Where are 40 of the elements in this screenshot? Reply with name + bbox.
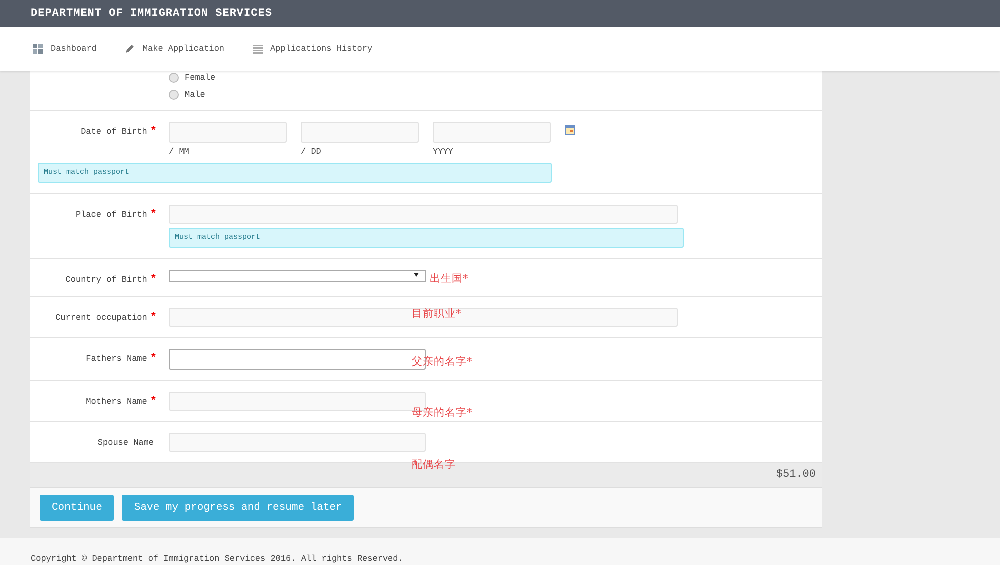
field-label: Mothers Name [86, 397, 148, 407]
date-input[interactable] [169, 122, 287, 143]
field-label: Spouse Name [98, 438, 154, 448]
required-asterisk: * [150, 209, 157, 221]
radio-option[interactable]: Male [169, 90, 216, 100]
nav-link[interactable]: Dashboard [51, 44, 97, 54]
calendar-icon[interactable] [565, 125, 575, 135]
field-label: Fathers Name [86, 354, 148, 364]
date-part-label: / MM [169, 147, 190, 157]
required-asterisk: * [150, 312, 157, 324]
date-input[interactable] [301, 122, 419, 143]
date-part-label: / DD [301, 147, 322, 157]
field-label: Place of Birth [76, 210, 148, 220]
pencil-icon [124, 44, 135, 54]
radio-option[interactable]: Female [169, 73, 216, 83]
field-label: Current occupation [56, 313, 148, 323]
field-label: Date of Birth [81, 127, 148, 137]
required-asterisk: * [150, 353, 157, 365]
country-select[interactable] [169, 270, 426, 282]
required-asterisk: * [150, 396, 157, 408]
date-input[interactable] [433, 122, 551, 143]
nav-link[interactable]: Make Application [142, 44, 225, 54]
annotation-text: 配偶名字 [412, 458, 456, 472]
grid-icon [33, 44, 43, 54]
site-title: DEPARTMENT OF IMMIGRATION SERVICES [31, 8, 272, 20]
total-price: $51.00 [776, 469, 816, 481]
annotation-text: 父亲的名字* [412, 355, 472, 369]
required-asterisk: * [150, 126, 157, 138]
date-part-label: YYYY [433, 147, 454, 157]
radio-button[interactable] [169, 73, 179, 83]
annotation-text: 目前职业* [412, 307, 462, 321]
nav-link[interactable]: Applications History [270, 44, 373, 54]
annotation-text: 出生国* [430, 272, 468, 286]
copyright-text: Copyright © Department of Immigration Services 2016. All rights Reserved. [31, 554, 404, 564]
annotation-text: 母亲的名字* [412, 406, 472, 420]
field-label: Country of Birth [66, 275, 148, 285]
radio-button[interactable] [169, 90, 179, 100]
required-asterisk: * [150, 274, 157, 286]
list-icon [252, 44, 263, 54]
caret-icon [414, 273, 419, 277]
